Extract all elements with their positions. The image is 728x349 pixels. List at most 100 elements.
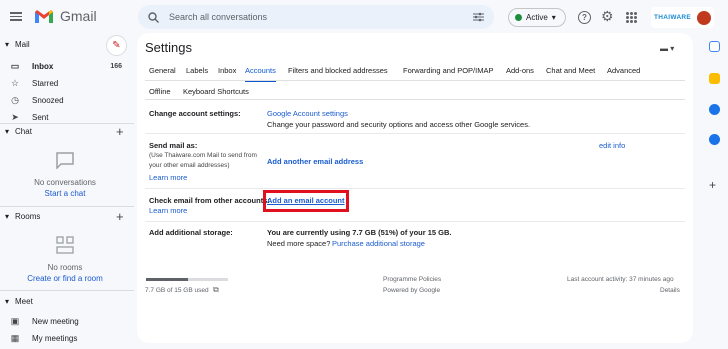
chat-empty-text: No conversations xyxy=(34,178,96,187)
add-app-icon[interactable]: + xyxy=(709,178,716,192)
inbox-count: 166 xyxy=(110,63,122,70)
divider xyxy=(145,80,685,81)
check-email-label: Check email from other accounts: xyxy=(149,196,270,205)
input-tools-icon[interactable]: ▬ ▾ xyxy=(660,44,674,53)
main-menu-button[interactable] xyxy=(9,10,23,24)
divider xyxy=(0,123,134,124)
rooms-section-header[interactable]: ▾ Rooms xyxy=(5,212,40,221)
divider xyxy=(0,206,134,207)
mail-section-header[interactable]: ▾ Mail xyxy=(5,40,30,49)
storage-usage-bar xyxy=(146,278,228,281)
account-switcher[interactable]: THAIWARE xyxy=(651,7,714,28)
change-account-label: Change account settings: xyxy=(149,109,241,118)
divider xyxy=(145,221,685,222)
storage-usage-text: You are currently using 7.7 GB (51%) of … xyxy=(267,228,452,237)
tab-general[interactable]: General xyxy=(149,66,176,75)
send-mail-learn-more-link[interactable]: Learn more xyxy=(149,173,187,182)
divider xyxy=(145,188,685,189)
video-camera-icon: ▣ xyxy=(10,316,20,326)
chat-section-label: Chat xyxy=(15,127,32,136)
purchase-storage-link[interactable]: Purchase additional storage xyxy=(332,239,425,248)
inbox-icon: ▭ xyxy=(10,61,20,71)
sidebar-item-sent[interactable]: ➤ Sent xyxy=(10,112,122,123)
sidebar-item-label: Sent xyxy=(32,113,49,122)
meet-section-label: Meet xyxy=(15,297,33,306)
sidebar-item-label: My meetings xyxy=(32,334,78,343)
active-status-dot xyxy=(515,14,522,21)
send-icon: ➤ xyxy=(11,112,19,122)
storage-usage-footer: 7.7 GB of 15 GB used xyxy=(145,287,209,294)
tab-filters[interactable]: Filters and blocked addresses xyxy=(288,66,388,75)
details-link[interactable]: Details xyxy=(660,287,680,294)
tab-chat-meet[interactable]: Chat and Meet xyxy=(546,66,595,75)
new-room-icon[interactable]: + xyxy=(116,209,124,224)
powered-by-text: Powered by Google xyxy=(383,287,441,294)
rooms-icon xyxy=(56,236,74,254)
rooms-section-label: Rooms xyxy=(15,212,41,221)
open-in-new-icon[interactable]: ⧉ xyxy=(213,285,219,295)
create-room-link[interactable]: Create or find a room xyxy=(5,274,125,283)
help-icon[interactable]: ? xyxy=(578,11,591,24)
new-chat-icon[interactable]: + xyxy=(116,124,124,139)
search-icon[interactable] xyxy=(148,11,159,23)
compose-button[interactable]: ✎ xyxy=(106,35,127,56)
contacts-app-icon[interactable] xyxy=(709,134,720,145)
tab-labels[interactable]: Labels xyxy=(186,66,208,75)
sidebar-item-label: New meeting xyxy=(32,317,79,326)
sidebar-item-label: Starred xyxy=(32,79,59,88)
keep-app-icon[interactable] xyxy=(709,73,720,84)
collapse-icon: ▾ xyxy=(5,212,10,221)
avatar[interactable] xyxy=(697,10,711,25)
status-label: Active xyxy=(526,13,548,22)
tab-inbox[interactable]: Inbox xyxy=(218,66,236,75)
search-input[interactable]: Search all conversations xyxy=(169,12,463,22)
sidebar-item-starred[interactable]: ☆ Starred xyxy=(10,78,122,89)
programme-policies-link[interactable]: Programme Policies xyxy=(383,276,441,283)
check-email-learn-more-link[interactable]: Learn more xyxy=(149,206,187,215)
organization-logo: THAIWARE xyxy=(654,14,692,21)
calendar-icon: ▦ xyxy=(10,333,20,343)
tab-forwarding[interactable]: Forwarding and POP/IMAP xyxy=(403,66,493,75)
tab-addons[interactable]: Add-ons xyxy=(506,66,534,75)
gmail-m-icon xyxy=(35,9,53,23)
sidebar-item-label: Inbox xyxy=(32,62,54,71)
sidebar-item-my-meetings[interactable]: ▦ My meetings xyxy=(10,333,122,344)
sidebar-item-label: Snoozed xyxy=(32,96,64,105)
star-icon: ☆ xyxy=(10,78,20,88)
change-account-description: Change your password and security option… xyxy=(267,120,531,129)
page-title: Settings xyxy=(145,40,192,55)
meet-section-header[interactable]: ▾ Meet xyxy=(5,297,33,306)
search-bar[interactable]: Search all conversations xyxy=(138,5,494,29)
tasks-app-icon[interactable] xyxy=(709,104,720,115)
google-account-settings-link[interactable]: Google Account settings xyxy=(267,109,348,118)
mail-section-label: Mail xyxy=(15,40,30,49)
search-options-icon[interactable] xyxy=(473,12,484,22)
tab-offline[interactable]: Offline xyxy=(149,87,171,96)
tab-keyboard-shortcuts[interactable]: Keyboard Shortcuts xyxy=(183,87,249,96)
send-mail-help-2: your other email addresses) xyxy=(149,162,230,169)
start-chat-link[interactable]: Start a chat xyxy=(5,189,125,198)
edit-info-link[interactable]: edit info xyxy=(599,141,625,150)
storage-need-text: Need more space? xyxy=(267,239,331,248)
calendar-app-icon[interactable] xyxy=(709,41,720,52)
divider xyxy=(0,290,134,291)
settings-gear-icon[interactable]: ⚙ xyxy=(601,8,614,25)
divider xyxy=(145,99,685,100)
status-dropdown[interactable]: Active ▾ xyxy=(508,8,566,27)
add-another-email-link[interactable]: Add another email address xyxy=(267,157,363,166)
send-mail-as-label: Send mail as: xyxy=(149,141,198,150)
sidebar-item-new-meeting[interactable]: ▣ New meeting xyxy=(10,316,122,327)
rooms-empty-text: No rooms xyxy=(47,263,83,272)
send-mail-help-1: (Use Thaiware.com Mail to send from xyxy=(149,152,257,159)
add-storage-label: Add additional storage: xyxy=(149,228,233,237)
sidebar-item-inbox[interactable]: ▭ Inbox 166 xyxy=(10,61,122,72)
gmail-logo[interactable]: Gmail xyxy=(34,8,97,24)
sidebar-item-snoozed[interactable]: ◷ Snoozed xyxy=(10,95,122,106)
collapse-icon: ▾ xyxy=(5,40,10,49)
apps-grid-icon[interactable] xyxy=(626,12,637,23)
last-activity-text: Last account activity: 37 minutes ago xyxy=(567,276,674,283)
chat-section-header[interactable]: ▾ Chat xyxy=(5,127,32,136)
chat-bubble-icon xyxy=(56,152,74,169)
gmail-logo-text: Gmail xyxy=(60,8,97,24)
tab-advanced[interactable]: Advanced xyxy=(607,66,640,75)
